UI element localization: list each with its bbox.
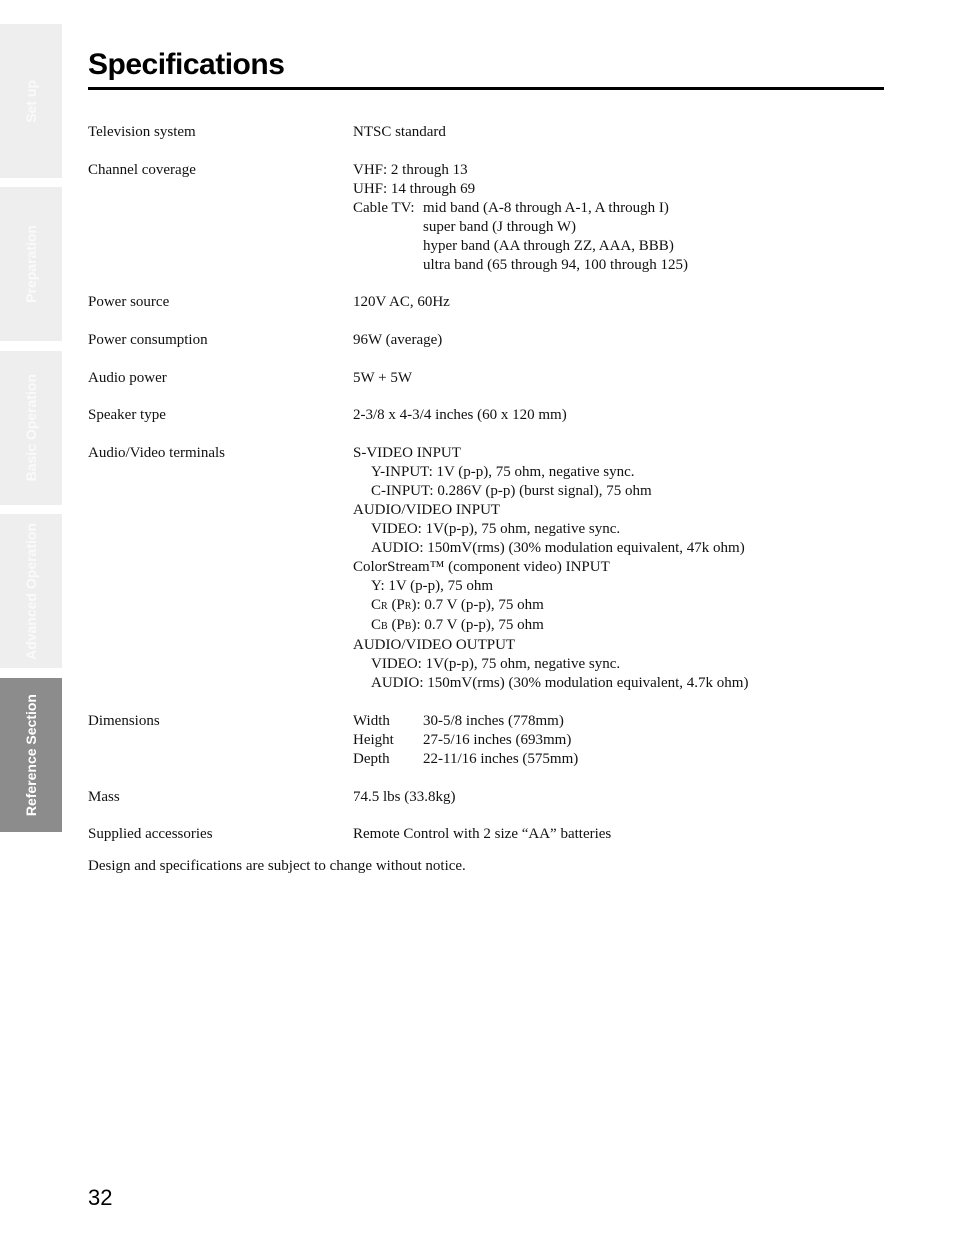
svideo-heading: S-VIDEO INPUT (353, 445, 461, 462)
dimension-depth: Depth 22-11/16 inches (575mm) (353, 750, 884, 769)
av-output-video-line: VIDEO: 1V(p-p), 75 ohm, negative sync. (371, 656, 621, 673)
dimension-key: Width (353, 712, 390, 729)
av-input-heading: AUDIO/VIDEO INPUT (353, 502, 501, 519)
cb-rest: ): 0.7 V (p-p), 75 ohm (411, 617, 544, 634)
cr-sub: R (381, 601, 388, 613)
cable-band-line: super band (J through W) (423, 218, 577, 235)
sidebar-tab-label: Preparation (23, 225, 39, 303)
spec-value: NTSC standard (353, 124, 446, 140)
dimension-width: Width 30-5/8 inches (778mm) (353, 712, 884, 731)
spec-label: Television system (88, 124, 196, 140)
dimension-height: Height 27-5/16 inches (693mm) (353, 731, 884, 750)
spec-row-channel-coverage: Channel coverage VHF: 2 through 13 UHF: … (88, 161, 884, 275)
cable-tv-label: Cable TV: (353, 199, 415, 216)
page-number: 32 (88, 1185, 113, 1210)
spec-value: S-VIDEO INPUT Y-INPUT: 1V (p-p), 75 ohm,… (353, 444, 884, 693)
sidebar-tab-label: Set up (23, 79, 39, 123)
dimension-value: 22-11/16 inches (575mm) (423, 750, 579, 767)
spec-label: Power source (88, 294, 170, 311)
dimension-key: Height (353, 731, 394, 748)
colorstream-y-line: Y: 1V (p-p), 75 ohm (371, 578, 494, 595)
spec-row-power-source: Power source 120V AC, 60Hz (88, 293, 884, 312)
cable-bands: mid band (A-8 through A-1, A through I) … (423, 199, 688, 275)
sidebar-tab-advanced-operation[interactable]: Advanced Operation (0, 514, 62, 668)
sidebar-tab-basic-operation[interactable]: Basic Operation (0, 351, 62, 505)
spec-value: 120V AC, 60Hz (353, 294, 450, 311)
spec-label: Mass (88, 788, 120, 805)
spec-value: VHF: 2 through 13 UHF: 14 through 69 Cab… (353, 161, 884, 275)
dimension-value: 27-5/16 inches (693mm) (423, 731, 572, 748)
spec-label: Power consumption (88, 332, 208, 349)
sidebar-tab-label: Reference Section (23, 693, 39, 817)
spec-row-power-consumption: Power consumption 96W (average) (88, 331, 884, 350)
spec-row-supplied-accessories: Supplied accessories Remote Control with… (88, 825, 884, 844)
spec-label: Audio power (88, 369, 167, 386)
spec-label: Supplied accessories (88, 826, 213, 843)
spec-row-av-terminals: Audio/Video terminals S-VIDEO INPUT Y-IN… (88, 444, 884, 693)
uhf-line: UHF: 14 through 69 (353, 180, 476, 197)
spec-label: Dimensions (88, 712, 160, 729)
svideo-c-line: C-INPUT: 0.286V (p-p) (burst signal), 75… (371, 483, 652, 500)
spec-label: Channel coverage (88, 161, 196, 178)
cable-band-line: hyper band (AA through ZZ, AAA, BBB) (423, 237, 674, 254)
dimension-value: 30-5/8 inches (778mm) (423, 712, 564, 729)
title-divider (88, 87, 884, 90)
sidebar-tab-set-up[interactable]: Set up (0, 24, 62, 178)
dimension-key: Depth (353, 750, 390, 767)
spec-row-audio-power: Audio power 5W + 5W (88, 369, 884, 388)
spec-label: Speaker type (88, 407, 166, 424)
cr-c: C (371, 597, 382, 614)
spec-row-mass: Mass 74.5 lbs (33.8kg) (88, 788, 884, 807)
specifications-list: Television system NTSC standard Channel … (88, 123, 884, 863)
av-output-heading: AUDIO/VIDEO OUTPUT (353, 637, 516, 654)
cb-sub: B (381, 621, 388, 633)
spec-value: 2-3/8 x 4-3/4 inches (60 x 120 mm) (353, 407, 567, 424)
cb-c: C (371, 617, 382, 634)
spec-label: Audio/Video terminals (88, 445, 225, 462)
spec-row-dimensions: Dimensions Width 30-5/8 inches (778mm) H… (88, 712, 884, 769)
av-input-video-line: VIDEO: 1V(p-p), 75 ohm, negative sync. (371, 521, 621, 538)
spec-value: Remote Control with 2 size “AA” batterie… (353, 826, 612, 843)
vhf-line: VHF: 2 through 13 (353, 161, 468, 178)
sidebar-tab-label: Basic Operation (23, 374, 39, 482)
cr-rest: ): 0.7 V (p-p), 75 ohm (411, 597, 544, 614)
spec-value: 74.5 lbs (33.8kg) (353, 788, 456, 805)
cable-band-line: ultra band (65 through 94, 100 through 1… (423, 256, 688, 273)
svideo-y-line: Y-INPUT: 1V (p-p), 75 ohm, negative sync… (371, 464, 635, 481)
colorstream-cr-line: CR (PR): 0.7 V (p-p), 75 ohm (353, 596, 884, 616)
sidebar-tab-reference-section[interactable]: Reference Section (0, 678, 62, 832)
spec-value: 5W + 5W (353, 369, 413, 386)
page-title: Specifications (88, 48, 285, 81)
spec-row-speaker-type: Speaker type 2-3/8 x 4-3/4 inches (60 x … (88, 406, 884, 425)
colorstream-cb-line: CB (PB): 0.7 V (p-p), 75 ohm (353, 616, 884, 636)
spec-row-television-system: Television system NTSC standard (88, 123, 884, 142)
av-input-audio-line: AUDIO: 150mV(rms) (30% modulation equiva… (371, 540, 745, 557)
sidebar-tab-label: Advanced Operation (23, 522, 39, 660)
av-output-audio-line: AUDIO: 150mV(rms) (30% modulation equiva… (371, 675, 749, 692)
spec-value: Width 30-5/8 inches (778mm) Height 27-5/… (353, 712, 884, 769)
spec-value: 96W (average) (353, 332, 443, 349)
sidebar-tab-preparation[interactable]: Preparation (0, 187, 62, 341)
disclaimer-note: Design and specifications are subject to… (88, 858, 466, 874)
cable-tv-block: Cable TV: mid band (A-8 through A-1, A t… (353, 199, 884, 275)
cr-open: (P (387, 597, 405, 614)
cb-open: (P (387, 617, 405, 634)
colorstream-heading: ColorStream™ (component video) INPUT (353, 559, 610, 576)
cable-band-line: mid band (A-8 through A-1, A through I) (423, 199, 669, 216)
